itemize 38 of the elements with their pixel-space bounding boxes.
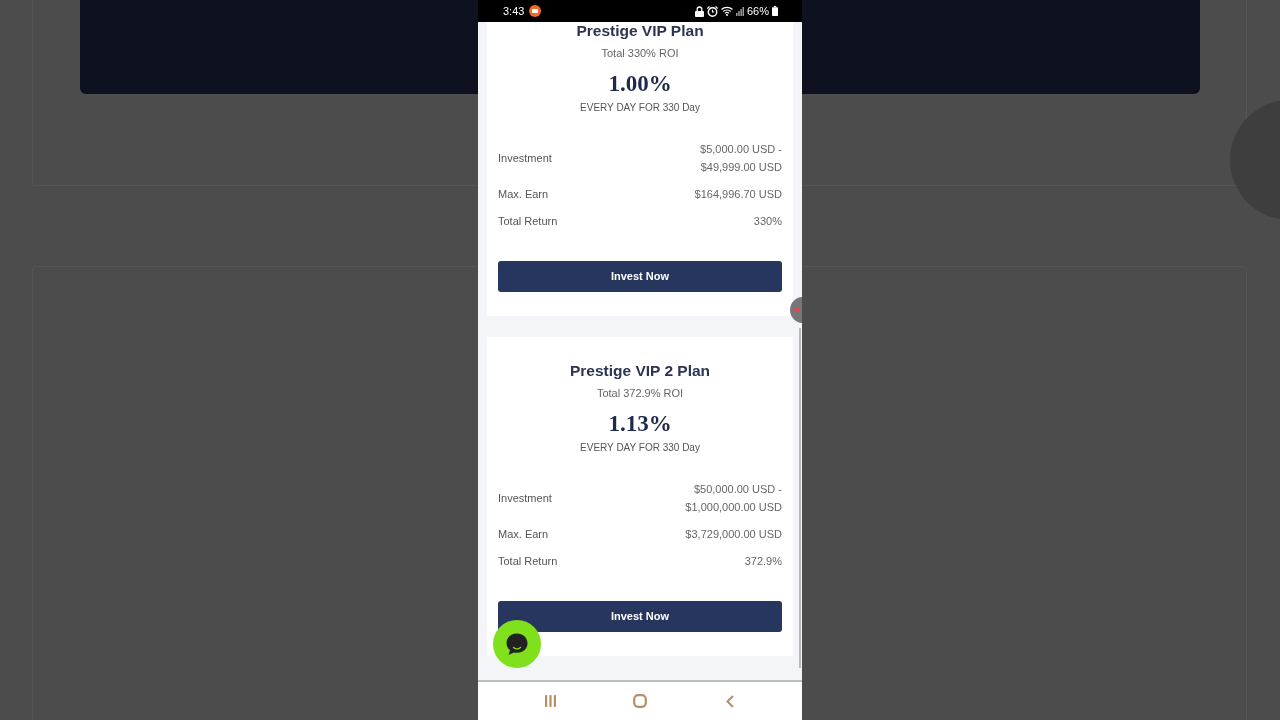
rounded-square-icon: [633, 694, 647, 708]
period-text: EVERY DAY FOR 330 Day: [580, 441, 700, 455]
scrollbar[interactable]: [799, 328, 801, 668]
detail-label: Total Return: [498, 214, 558, 229]
battery-percent: 66%: [746, 4, 769, 18]
detail-label: Investment: [498, 151, 552, 166]
app-notification-icon: [529, 5, 542, 17]
roi-text: Total 372.9% ROI: [596, 386, 684, 400]
detail-value: $3,729,000.00 USD: [685, 527, 782, 542]
wifi-icon: [720, 6, 733, 16]
status-time: 3:43: [503, 4, 525, 18]
invest-now-button[interactable]: Invest Now: [498, 261, 782, 292]
floating-bubble-icon[interactable]: [790, 297, 802, 323]
alarm-clock-icon: [706, 5, 718, 17]
invest-now-button[interactable]: Invest Now: [498, 601, 782, 632]
home-button[interactable]: [630, 691, 650, 711]
detail-label: Max. Earn: [498, 187, 549, 202]
chevron-left-icon: [726, 694, 734, 708]
three-bars-icon: [544, 695, 556, 707]
detail-label: Max. Earn: [498, 527, 549, 542]
plan-title: Prestige VIP 2 Plan: [569, 361, 711, 381]
chat-button[interactable]: [493, 620, 541, 668]
detail-value: $50,000.00 USD - $1,000,000.00 USD: [684, 482, 782, 515]
roi-text: Total 330% ROI: [601, 46, 679, 60]
detail-value: $5,000.00 USD - $49,999.00 USD: [699, 142, 782, 175]
detail-value: 330%: [753, 214, 782, 229]
speech-bubble-icon: [505, 632, 529, 656]
signal-icon: [735, 6, 744, 16]
detail-value: $164,996.70 USD: [694, 187, 782, 202]
detail-label: Investment: [498, 491, 552, 506]
battery-icon: [772, 6, 778, 16]
daily-rate: 1.00%: [608, 70, 672, 98]
plan-title: Prestige VIP Plan: [576, 22, 704, 41]
detail-value: 372.9%: [744, 554, 782, 569]
daily-rate: 1.13%: [608, 410, 672, 438]
lock-icon: [694, 5, 704, 17]
period-text: EVERY DAY FOR 330 Day: [580, 101, 700, 115]
detail-label: Total Return: [498, 554, 558, 569]
